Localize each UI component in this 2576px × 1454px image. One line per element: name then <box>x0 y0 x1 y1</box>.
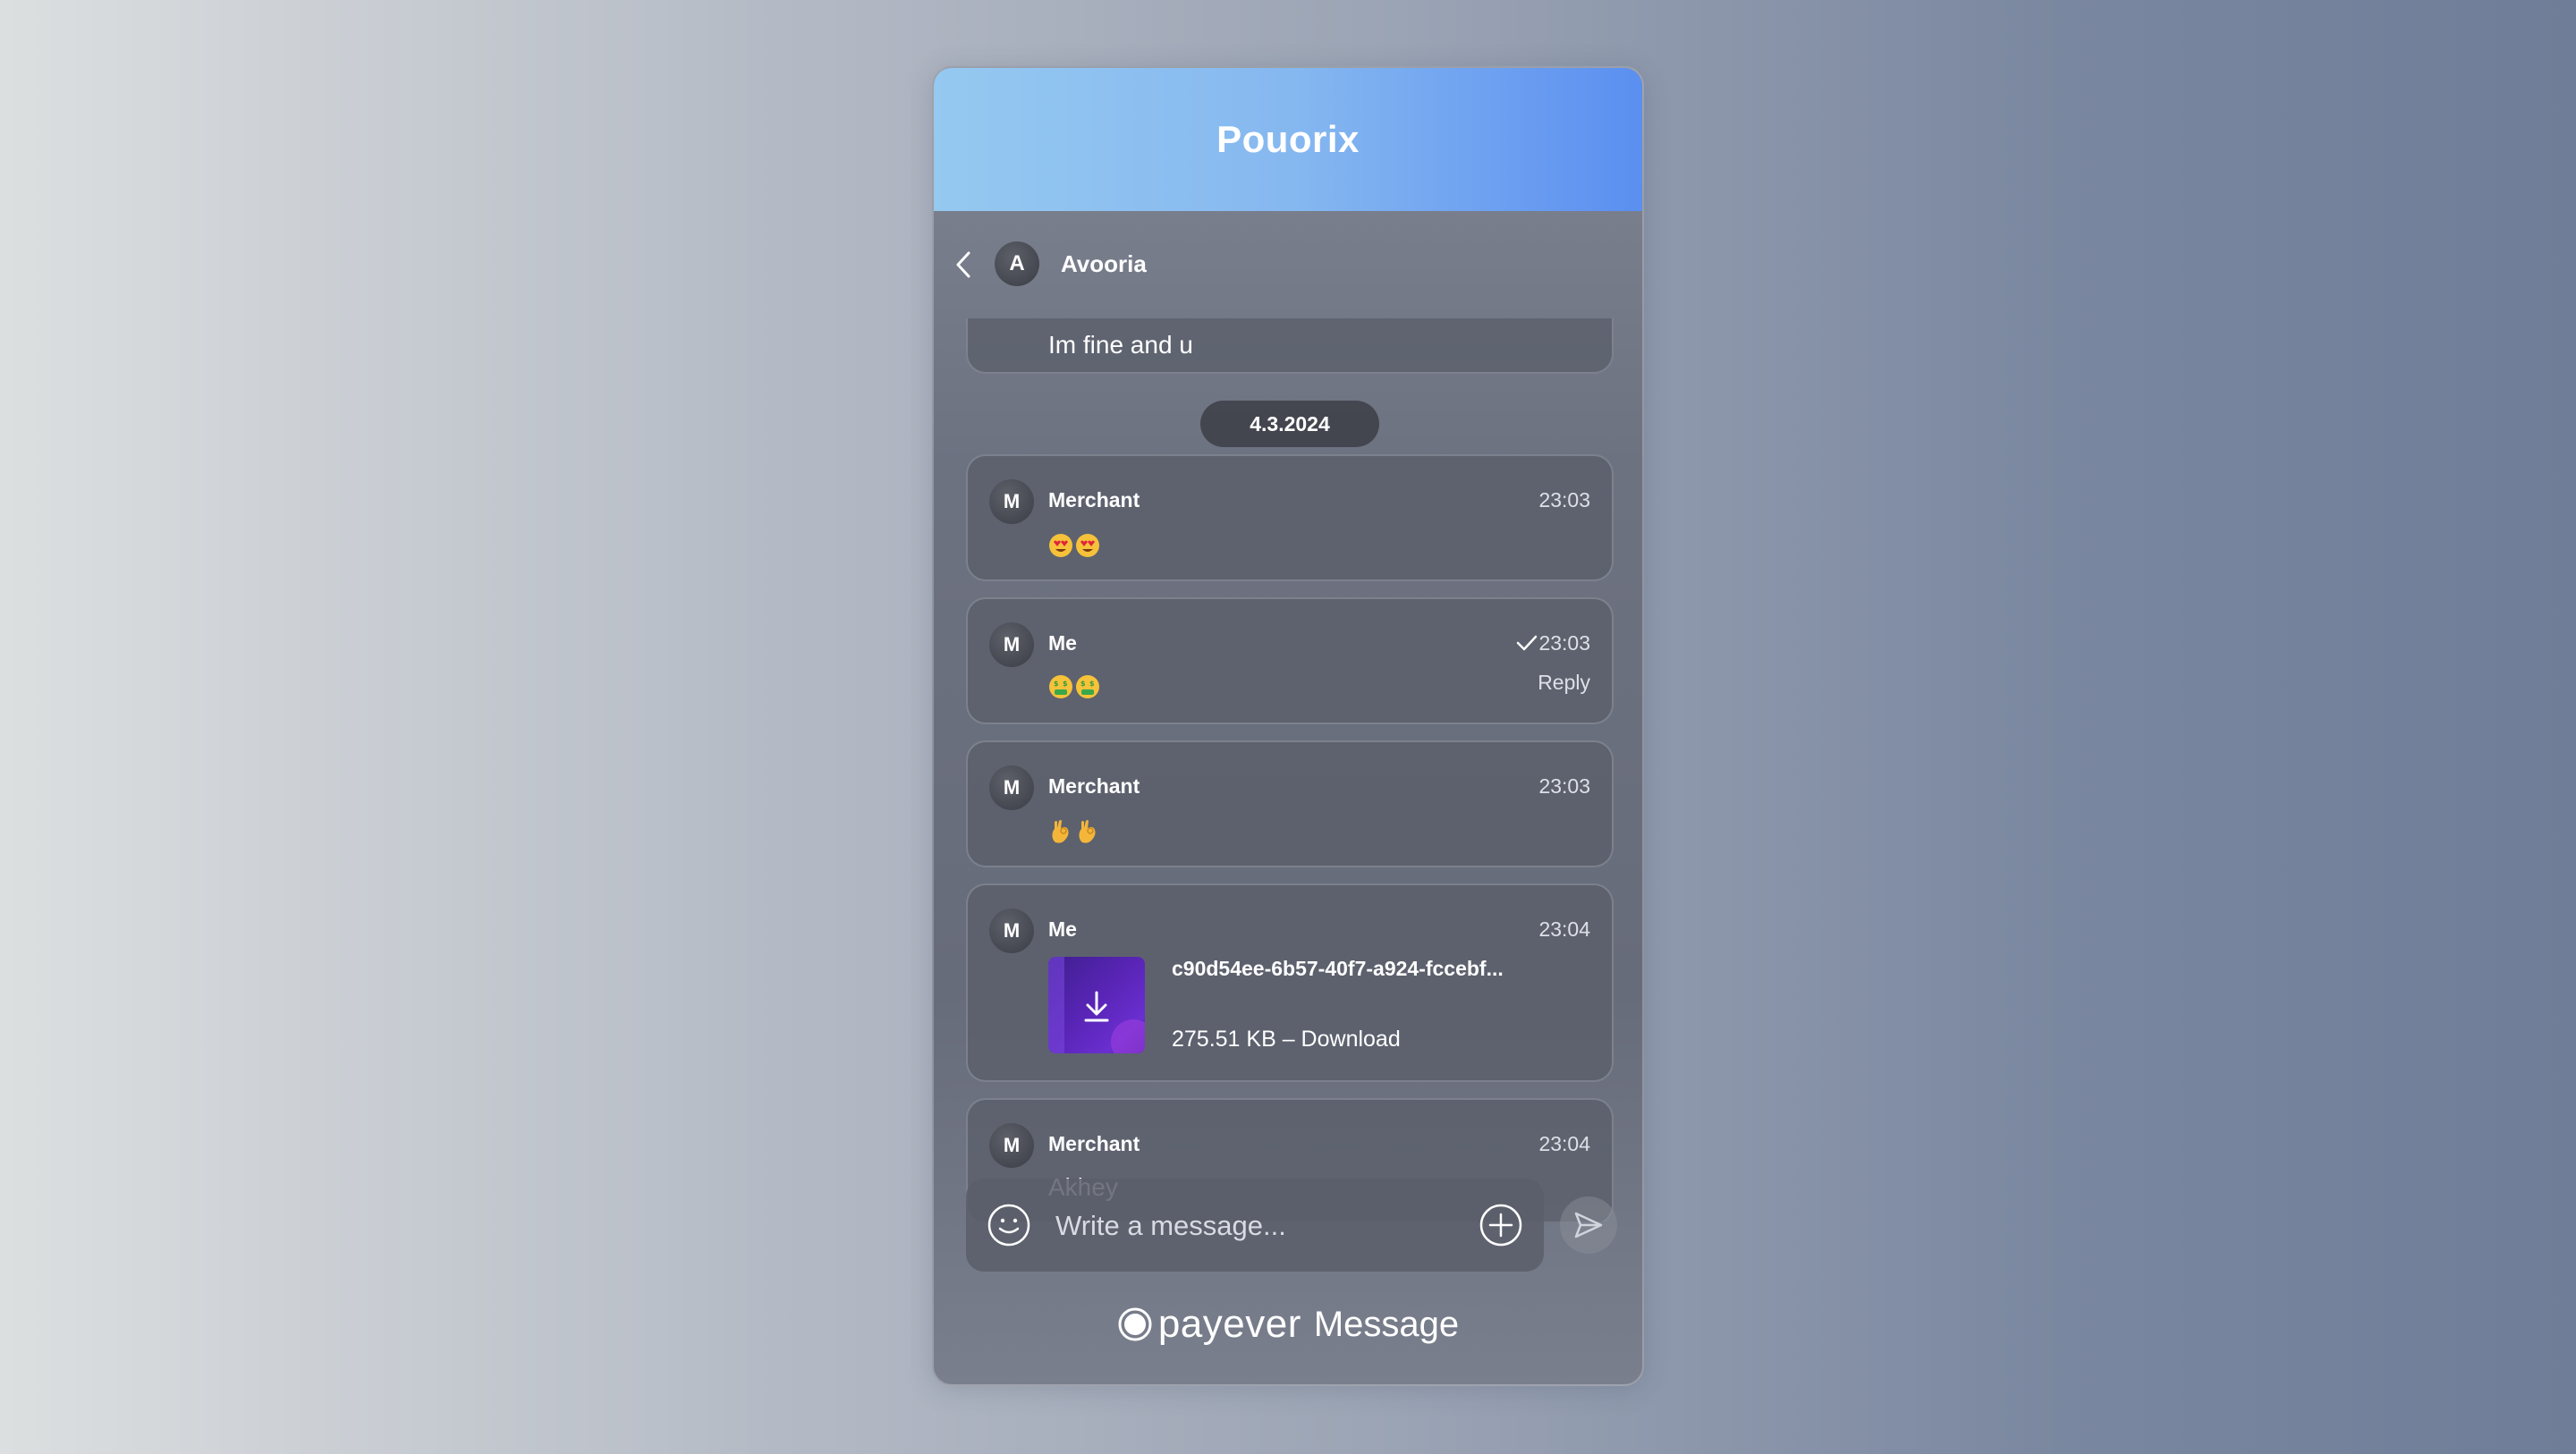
widget-title: Pouorix <box>1216 118 1360 160</box>
back-button[interactable] <box>950 249 977 281</box>
attach-plus-icon[interactable] <box>1478 1202 1524 1248</box>
checkmark-icon <box>1516 635 1538 651</box>
message-time: 23:04 <box>1538 917 1590 941</box>
widget-header: Pouorix <box>934 68 1642 211</box>
payever-logo-icon <box>1118 1307 1152 1341</box>
svg-text:$: $ <box>1054 680 1059 688</box>
message-time: 23:03 <box>1538 488 1590 511</box>
message-emojis: $ $ $ $ <box>1048 674 1100 699</box>
message-emojis <box>1048 817 1100 844</box>
branding-footer: payever Message <box>934 1302 1642 1347</box>
file-name: c90d54ee-6b57-40f7-a924-fccebf... <box>1172 957 1504 980</box>
send-button[interactable] <box>1560 1196 1617 1254</box>
heart-eyes-emoji-icon <box>1049 534 1072 557</box>
message-time: 23:04 <box>1538 1132 1590 1155</box>
message-time: 23:03 <box>1538 631 1590 655</box>
conversation-avatar: A <box>995 241 1039 286</box>
money-mouth-emoji-icon: $ $ <box>1049 675 1072 698</box>
avatar: M <box>989 765 1034 810</box>
emoji-picker-icon[interactable] <box>986 1202 1032 1248</box>
message-me-1: M Me 23:03 Reply $ $ $ $ <box>966 597 1614 724</box>
message-text: Im fine and u <box>1048 331 1193 359</box>
money-mouth-emoji-icon: $ $ <box>1076 675 1099 698</box>
conversation-bar: A Avooria <box>934 211 1642 318</box>
svg-text:$: $ <box>1063 680 1068 688</box>
brand-name: payever <box>1157 1302 1301 1346</box>
message-input[interactable] <box>1054 1205 1451 1247</box>
message-composer <box>966 1179 1544 1272</box>
message-author: Merchant <box>1048 488 1140 511</box>
chat-widget: Pouorix A Avooria Im fine and u 4.3.2024… <box>932 66 1644 1386</box>
avatar: M <box>989 909 1034 953</box>
date-divider: 4.3.2024 <box>1200 401 1379 447</box>
message-partial: Im fine and u <box>966 318 1614 374</box>
heart-eyes-emoji-icon <box>1076 534 1099 557</box>
message-merchant-2: M Merchant 23:03 <box>966 740 1614 867</box>
message-author: Merchant <box>1048 774 1140 798</box>
svg-text:$: $ <box>1080 680 1086 688</box>
avatar: M <box>989 1123 1034 1168</box>
message-list[interactable]: Im fine and u 4.3.2024 M Merchant 23:03 <box>934 318 1642 1222</box>
file-download-thumbnail[interactable] <box>1048 957 1145 1053</box>
reply-button[interactable]: Reply <box>1538 671 1590 695</box>
conversation-name: Avooria <box>1061 250 1147 277</box>
avatar: M <box>989 479 1034 524</box>
message-author: Merchant <box>1048 1132 1140 1155</box>
message-me-file: M Me 23:04 c90d54ee-6b57-40f7-a924-fcceb… <box>966 883 1614 1082</box>
ok-hand-emoji-icon <box>1052 820 1069 843</box>
ok-hand-emoji-icon <box>1079 820 1096 843</box>
message-time: 23:03 <box>1538 774 1590 798</box>
brand-suffix: Message <box>1313 1304 1460 1344</box>
message-author: Me <box>1048 631 1077 655</box>
send-icon <box>1574 1212 1603 1238</box>
chevron-left-icon <box>956 251 970 278</box>
avatar: M <box>989 622 1034 667</box>
message-emojis <box>1048 533 1100 558</box>
file-download-link[interactable]: 275.51 KB – Download <box>1172 1027 1401 1052</box>
message-merchant-1: M Merchant 23:03 <box>966 454 1614 581</box>
message-author: Me <box>1048 917 1077 941</box>
svg-text:$: $ <box>1089 680 1095 688</box>
download-icon <box>1084 991 1109 1022</box>
